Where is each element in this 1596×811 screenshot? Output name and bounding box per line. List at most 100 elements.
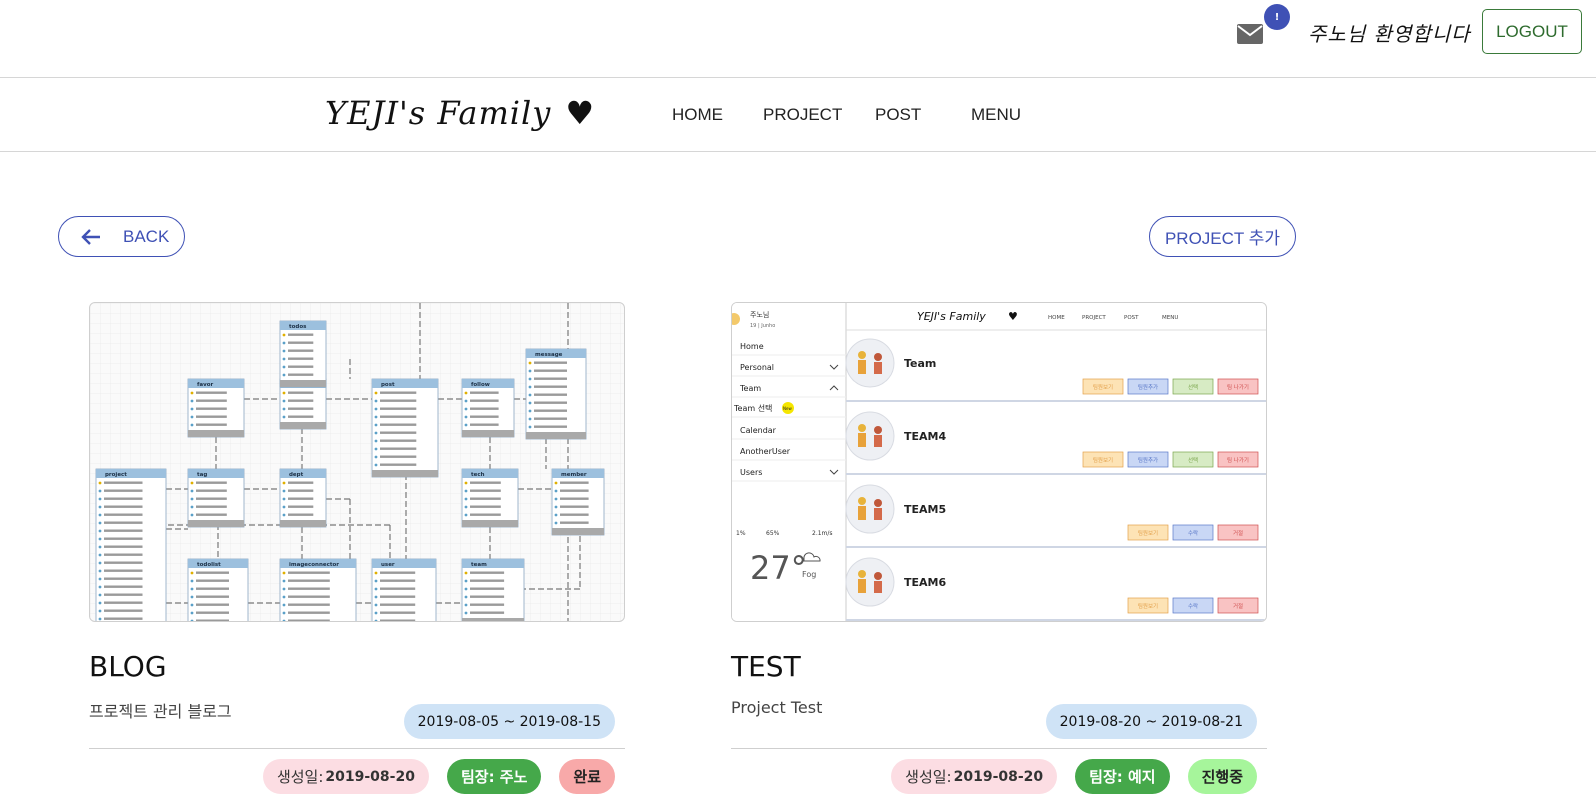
sidebar-user-sub: 19 | Junho [750, 323, 775, 329]
nav-post[interactable]: POST [875, 105, 921, 125]
erd-table-name: member [561, 472, 587, 478]
leader-chip: 팀장: 주노 [446, 759, 542, 794]
team-action-button: 팀원보기 [1127, 524, 1169, 541]
created-date-chip: 생성일: 2019-08-20 [891, 759, 1058, 794]
mini-menu-item: MENU [1162, 315, 1178, 321]
team-action-label: 팀원추가 [1138, 383, 1158, 391]
team-action-button: 거절 [1217, 597, 1259, 614]
erd-table-dept: dept [279, 468, 327, 528]
project-description: Project Test [731, 698, 823, 717]
team-action-button: 팀 나가기 [1217, 378, 1259, 395]
add-project-button[interactable]: PROJECT 추가 [1149, 216, 1296, 257]
nav-project[interactable]: PROJECT [763, 105, 842, 125]
erd-table-name: project [105, 472, 127, 478]
leader-chip: 팀장: 예지 [1075, 759, 1170, 794]
heart-icon: ♥ [565, 94, 596, 132]
team-action-label: 팀 나가기 [1227, 383, 1249, 391]
team-action-button: 팀 나가기 [1217, 451, 1259, 468]
team-avatar [845, 557, 895, 607]
app-screenshot-image: 주노님 19 | Junho Home Personal Team Team 선택 Ne… [732, 303, 1266, 621]
weather-cond: Fog [802, 570, 816, 579]
team-name: TEAM6 [904, 576, 946, 589]
created-label: 생성일: [276, 768, 324, 786]
created-date: 2019-08-20 [325, 768, 415, 785]
team-avatar [845, 411, 895, 461]
project-title: BLOG [89, 650, 167, 683]
team-action-label: 팀원추가 [1138, 456, 1158, 464]
sidebar-item-label: Calendar [740, 426, 777, 435]
team-action-label: 팀원보기 [1093, 383, 1113, 391]
brand-logo[interactable]: YEJI's Family ♥ [325, 94, 595, 132]
team-action-button: 팀원보기 [1082, 378, 1124, 395]
logout-button[interactable]: LOGOUT [1482, 9, 1582, 54]
erd-table-imageconnector: imageconnector [279, 558, 357, 621]
project-description: 프로젝트 관리 블로그 [89, 702, 232, 721]
nav-menu[interactable]: MENU [971, 105, 1021, 125]
nav-bar: YEJI's Family ♥ HOME PROJECT POST MENU [0, 78, 1596, 152]
team-action-label: 거절 [1233, 529, 1243, 537]
erd-table-name: dept [289, 472, 304, 478]
sidebar-item-label: Home [740, 342, 764, 351]
team-action-label: 거절 [1233, 602, 1243, 610]
erd-table-tech: tech [461, 468, 519, 528]
team-action-button: 수락 [1172, 524, 1214, 541]
mini-menu-item: POST [1124, 315, 1139, 321]
sidebar-item-label: Team 선택 [733, 403, 772, 413]
team-action-button: 선택 [1172, 451, 1214, 468]
date-range-badge: 2019-08-05 ~ 2019-08-15 [403, 704, 615, 739]
team-action-button: 팀원추가 [1127, 378, 1169, 395]
erd-table-name: team [471, 562, 487, 568]
status-chip: 진행중 [1187, 759, 1257, 794]
back-button[interactable]: BACK [58, 216, 185, 257]
erd-table-name: todolist [197, 562, 221, 568]
team-name: TEAM5 [904, 503, 946, 516]
team-action-label: 팀 나가기 [1227, 456, 1249, 464]
team-action-button: 수락 [1172, 597, 1214, 614]
team-action-label: 수락 [1188, 529, 1198, 537]
team-action-button: 선택 [1172, 378, 1214, 395]
team-action-label: 팀원보기 [1138, 529, 1158, 537]
erd-table-favor: favor [187, 378, 245, 438]
erd-table-name: imageconnector [289, 562, 339, 568]
team-action-label: 선택 [1188, 456, 1198, 464]
erd-table-name: todos [289, 324, 307, 330]
erd-table-todos: todos [279, 320, 327, 388]
erd-table-message: message [525, 348, 587, 440]
sidebar-item-label: AnotherUser [740, 447, 791, 456]
team-action-button: 거절 [1217, 524, 1259, 541]
arrow-left-icon [81, 228, 100, 245]
sidebar-item-label: Personal [740, 363, 774, 372]
back-label: BACK [123, 226, 170, 246]
team-avatar [845, 338, 895, 388]
notification-badge: ! [1264, 4, 1290, 30]
erd-table-project: project [95, 468, 167, 621]
wind-text: 2.1m/s [812, 530, 833, 537]
team-action-button: 팀원보기 [1082, 451, 1124, 468]
status-chip: 완료 [559, 759, 615, 794]
welcome-text: 주노님 환영합니다 [1308, 22, 1471, 46]
created-date: 2019-08-20 [953, 768, 1044, 785]
created-label: 생성일: [905, 768, 952, 786]
mini-heart-icon: ♥ [1008, 310, 1018, 323]
project-thumbnail[interactable]: 주노님 19 | Junho Home Personal Team Team 선택 Ne… [731, 302, 1267, 622]
mini-brand: YEJI's Family [917, 310, 986, 323]
project-thumbnail[interactable]: projectfavorimagepostfollowmessagetodost… [89, 302, 625, 622]
erd-table-tag: tag [187, 468, 245, 528]
new-badge-label: New [783, 406, 792, 411]
project-card-blog: projectfavorimagepostfollowmessagetodost… [89, 302, 625, 802]
team-name: Team [904, 357, 936, 370]
erd-table-post: post [371, 378, 439, 478]
team-action-button: 팀원보기 [1127, 597, 1169, 614]
team-action-button: 팀원추가 [1127, 451, 1169, 468]
team-avatar [845, 484, 895, 534]
mail-icon[interactable] [1237, 24, 1263, 44]
temperature-text: 27° [750, 549, 807, 587]
erd-table-name: tag [197, 472, 207, 478]
project-title: TEST [731, 650, 801, 683]
erd-table-name: message [535, 352, 563, 358]
nav-home[interactable]: HOME [672, 105, 723, 125]
erd-table-user: user [371, 558, 437, 621]
team-action-label: 수락 [1188, 602, 1198, 610]
erd-diagram-image: projectfavorimagepostfollowmessagetodost… [90, 303, 624, 621]
date-range-badge: 2019-08-20 ~ 2019-08-21 [1045, 704, 1257, 739]
